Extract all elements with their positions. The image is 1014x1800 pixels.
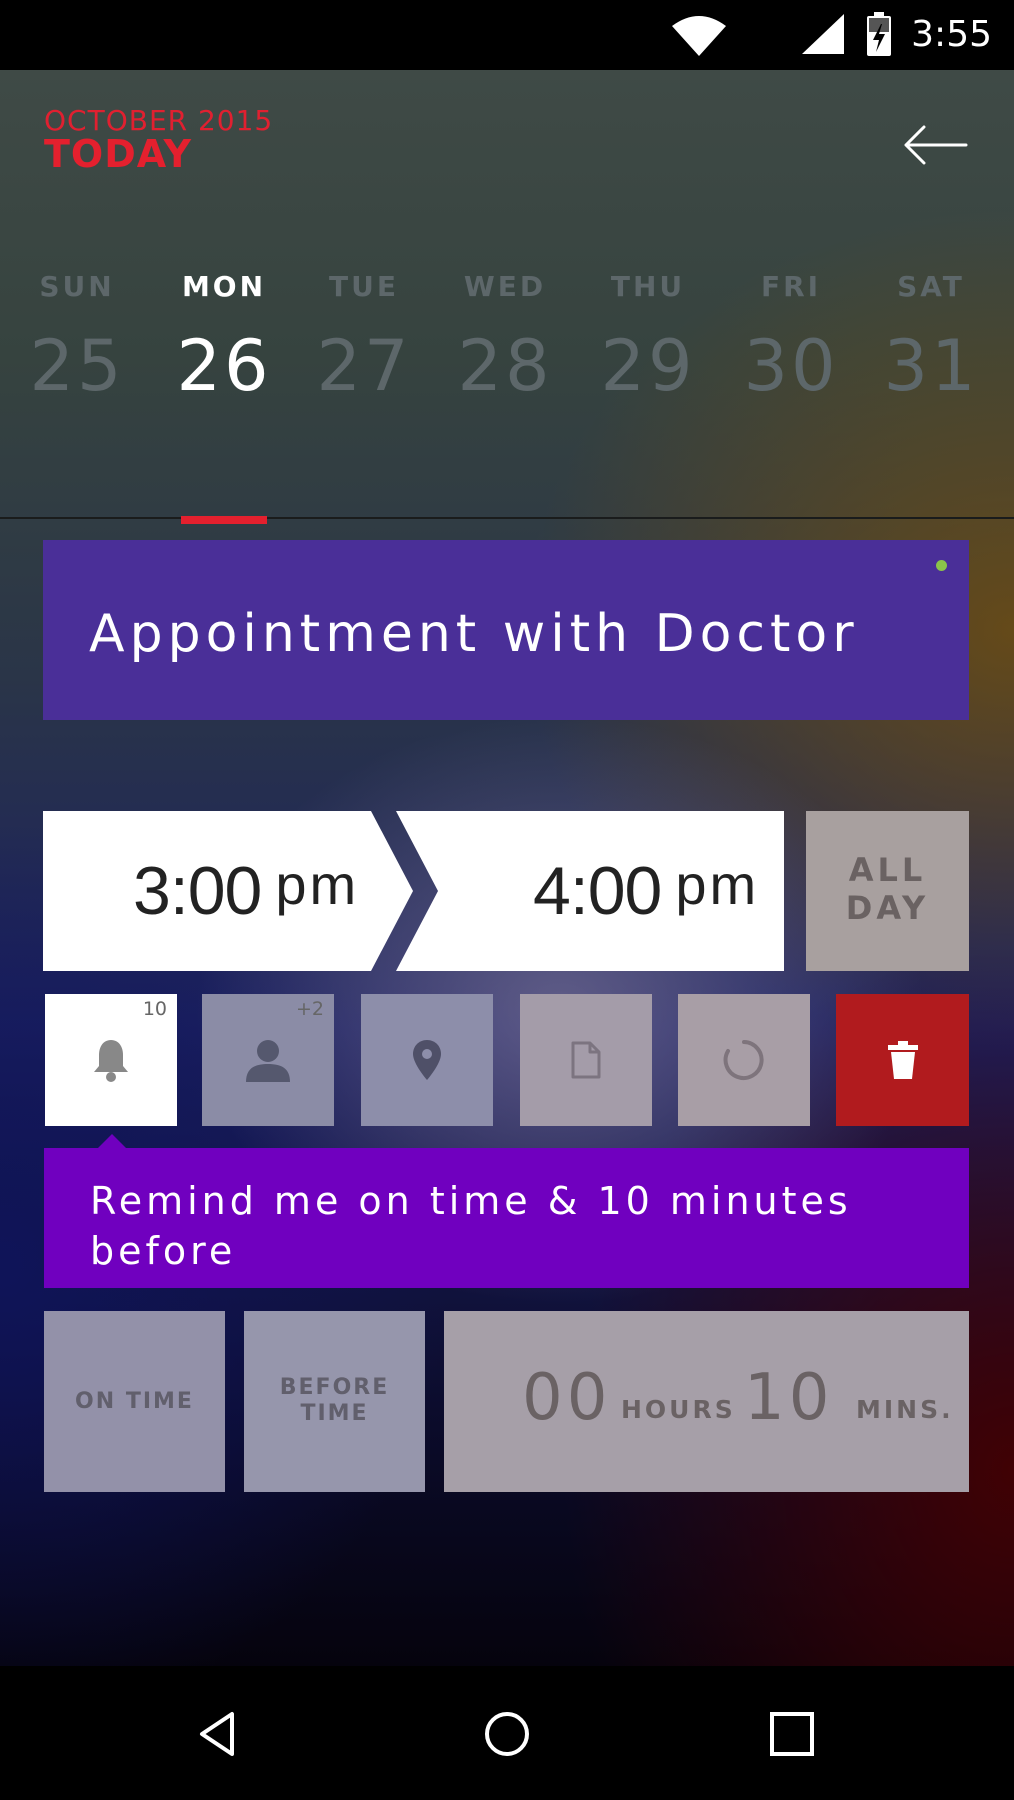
- app-screen: OCTOBER 2015 TODAY SUN 25 MON 26 TUE 27 …: [0, 70, 1014, 1666]
- day-name: MON: [181, 270, 267, 303]
- day-name: FRI: [760, 270, 822, 303]
- nav-home-button[interactable]: [477, 1704, 537, 1764]
- today-label[interactable]: TODAY: [44, 132, 192, 176]
- trash-icon: [887, 1041, 918, 1079]
- battery-charging-icon: [867, 12, 891, 56]
- signal-icon: [802, 14, 844, 54]
- wifi-icon: [672, 16, 726, 56]
- start-time[interactable]: 3:00 pm: [133, 811, 359, 971]
- event-title: Appointment with Doctor: [89, 604, 859, 664]
- end-time-value: 4:00: [533, 853, 662, 929]
- week-divider: [0, 517, 1014, 519]
- day-name: THU: [610, 270, 686, 303]
- on-time-button[interactable]: ON TIME: [44, 1311, 225, 1492]
- selected-day-indicator: [181, 516, 267, 524]
- navigation-bar: [0, 1666, 1014, 1800]
- day-name: SUN: [39, 270, 115, 303]
- event-title-bar[interactable]: Appointment with Doctor: [43, 540, 969, 720]
- guests-badge: +2: [295, 998, 324, 1020]
- minutes-label: MINS.: [856, 1395, 954, 1424]
- repeat-circle-icon: [723, 1040, 764, 1080]
- day-number: 28: [457, 325, 553, 407]
- day-number: 31: [883, 325, 979, 407]
- day-number: 25: [29, 325, 125, 407]
- reminder-summary: Remind me on time & 10 minutes before: [44, 1148, 969, 1288]
- notes-tile[interactable]: [520, 994, 652, 1126]
- before-time-label-line1: BEFORE: [279, 1375, 390, 1400]
- day-fri[interactable]: FRI 30: [731, 270, 851, 407]
- day-name: SAT: [897, 270, 965, 303]
- document-icon: [571, 1041, 601, 1079]
- day-number: 27: [316, 325, 412, 407]
- nav-back-button[interactable]: [190, 1704, 250, 1764]
- person-icon: [246, 1040, 290, 1082]
- delete-tile[interactable]: [836, 994, 969, 1126]
- day-sun[interactable]: SUN 25: [17, 270, 137, 407]
- day-mon[interactable]: MON 26: [164, 270, 284, 407]
- clock: 3:55: [911, 14, 992, 55]
- guests-tile[interactable]: +2: [202, 994, 334, 1126]
- reminder-badge: 10: [142, 998, 167, 1020]
- end-time[interactable]: 4:00 pm: [533, 811, 759, 971]
- day-thu[interactable]: THU 29: [588, 270, 708, 407]
- arrow-left-icon: [904, 125, 968, 165]
- bell-icon: [94, 1040, 128, 1082]
- day-tue[interactable]: TUE 27: [304, 270, 424, 407]
- end-time-ampm: pm: [675, 853, 760, 916]
- reminder-text: Remind me on time & 10 minutes before: [90, 1179, 852, 1273]
- day-name: TUE: [329, 270, 399, 303]
- nav-recents-button[interactable]: [762, 1704, 822, 1764]
- before-time-label-line2: TIME: [300, 1401, 369, 1426]
- start-time-ampm: pm: [275, 853, 360, 916]
- repeat-tile[interactable]: [678, 994, 810, 1126]
- event-options: 10 +2: [43, 994, 969, 1126]
- location-pin-icon: [413, 1040, 441, 1080]
- all-day-button[interactable]: ALL DAY: [806, 811, 969, 971]
- all-day-label-line1: ALL: [848, 851, 927, 889]
- home-circle-icon: [485, 1712, 529, 1756]
- all-day-label-line2: DAY: [845, 889, 930, 927]
- hours-label: HOURS: [621, 1395, 736, 1424]
- location-tile[interactable]: [361, 994, 493, 1126]
- start-time-value: 3:00: [133, 853, 262, 929]
- day-number: 30: [743, 325, 839, 407]
- day-number: 26: [176, 325, 272, 407]
- tooltip-pointer: [98, 1134, 126, 1148]
- day-sat[interactable]: SAT 31: [871, 270, 991, 407]
- hours-value[interactable]: 00: [522, 1361, 611, 1435]
- day-wed[interactable]: WED 28: [445, 270, 565, 407]
- recents-square-icon: [770, 1712, 814, 1756]
- back-triangle-icon: [200, 1712, 234, 1756]
- back-button[interactable]: [900, 120, 970, 170]
- duration-picker: 00 HOURS 10 MINS.: [444, 1311, 969, 1492]
- week-strip: SUN 25 MON 26 TUE 27 WED 28 THU 29 FRI 3…: [0, 270, 1014, 460]
- day-number: 29: [600, 325, 696, 407]
- on-time-label: ON TIME: [75, 1389, 194, 1414]
- before-time-button[interactable]: BEFORE TIME: [244, 1311, 425, 1492]
- minutes-value[interactable]: 10: [744, 1361, 833, 1435]
- status-dot: [936, 560, 947, 571]
- status-bar: 3:55: [0, 0, 1014, 70]
- day-name: WED: [463, 270, 547, 303]
- reminder-tile[interactable]: 10: [45, 994, 177, 1126]
